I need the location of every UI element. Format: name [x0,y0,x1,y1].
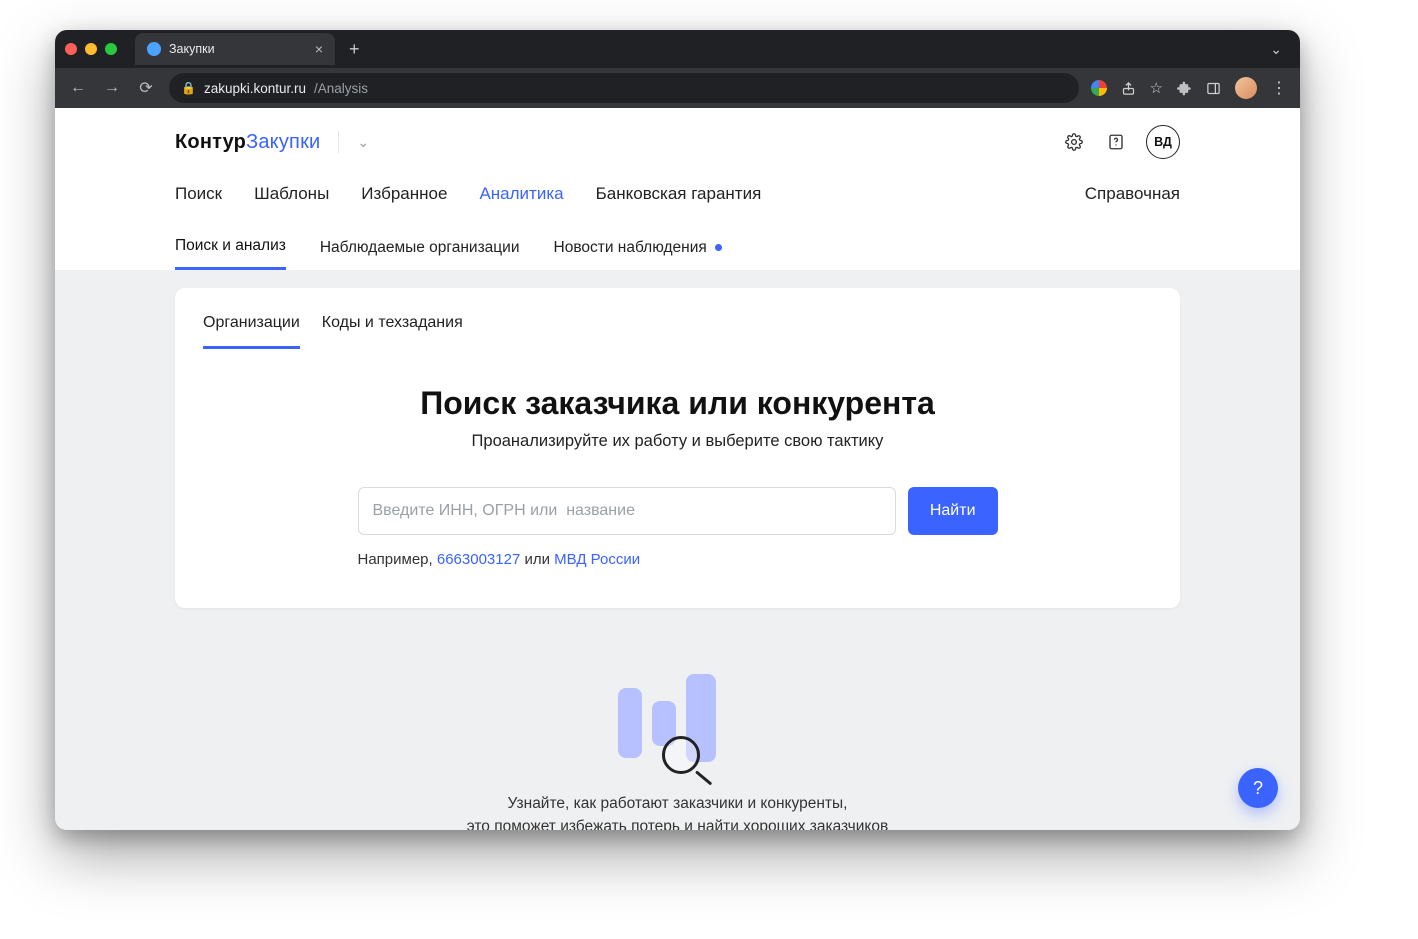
panel-icon[interactable] [1206,81,1221,96]
help-fab-button[interactable]: ? [1238,768,1278,808]
browser-tabstrip: Закупки × + ⌄ [55,30,1300,68]
extensions-icon[interactable] [1177,81,1192,96]
browser-window: Закупки × + ⌄ ← → ⟳ 🔒 zakupki.kontur.ru/… [55,30,1300,830]
brand-part1: Контур [175,131,246,153]
browser-tab[interactable]: Закупки × [135,33,335,65]
brand-logo[interactable]: КонтурЗакупки [175,131,320,154]
search-row: Найти [358,487,998,535]
window-controls [65,43,117,55]
caption: Узнайте, как работают заказчики и конкур… [175,792,1180,830]
illustration-bars-icon [618,668,738,768]
nav-bank-guarantee[interactable]: Банковская гарантия [596,180,762,220]
star-icon[interactable]: ☆ [1150,79,1163,97]
profile-avatar[interactable] [1235,77,1257,99]
hero-title: Поиск заказчика или конкурента [203,385,1152,422]
toolbar-icons: ☆ ⋮ [1091,77,1288,99]
product-switcher-icon[interactable]: ⌄ [357,134,369,151]
nav-favorites[interactable]: Избранное [361,180,447,220]
brand-separator [338,131,339,153]
caption-line2: это поможет избежать потерь и найти хоро… [175,815,1180,830]
share-icon[interactable] [1121,81,1136,96]
maximize-window-button[interactable] [105,43,117,55]
search-button[interactable]: Найти [908,487,998,535]
hero-subtitle: Проанализируйте их работу и выберите сво… [203,432,1152,451]
subnav-watched-orgs[interactable]: Наблюдаемые организации [320,229,520,270]
example-link-inn[interactable]: 6663003127 [437,551,520,568]
subnav-watch-news-label: Новости наблюдения [554,239,707,257]
subnav-search-analysis[interactable]: Поиск и анализ [175,229,286,270]
google-icon[interactable] [1091,80,1107,96]
help-icon[interactable] [1106,132,1126,152]
minimize-window-button[interactable] [85,43,97,55]
close-window-button[interactable] [65,43,77,55]
new-tab-button[interactable]: + [343,39,366,60]
tab-codes[interactable]: Коды и техзадания [322,310,463,349]
subnav-watch-news[interactable]: Новости наблюдения [554,229,722,270]
hero: Поиск заказчика или конкурента Проанализ… [203,385,1152,451]
sub-nav: Поиск и анализ Наблюдаемые организации Н… [175,220,1180,270]
page: КонтурЗакупки ⌄ ВД Поиск Шаблоны Избранн… [55,108,1300,830]
url-path: /Analysis [314,81,368,96]
browser-menu-icon[interactable]: ⋮ [1271,78,1288,98]
nav-search[interactable]: Поиск [175,180,222,220]
nav-analytics[interactable]: Аналитика [479,180,563,220]
notification-dot-icon [715,244,722,251]
lock-icon: 🔒 [181,81,196,95]
page-header: КонтурЗакупки ⌄ ВД Поиск Шаблоны Избранн… [55,108,1300,270]
reload-button[interactable]: ⟳ [135,78,157,98]
browser-toolbar: ← → ⟳ 🔒 zakupki.kontur.ru/Analysis ☆ ⋮ [55,68,1300,108]
forward-button[interactable]: → [101,79,123,97]
inner-tabs: Организации Коды и техзадания [203,310,1152,349]
example-prefix: Например, [358,551,437,568]
address-bar[interactable]: 🔒 zakupki.kontur.ru/Analysis [169,73,1079,103]
gear-icon[interactable] [1064,132,1084,152]
tab-title: Закупки [169,42,215,56]
brand-part2: Закупки [246,131,320,153]
tab-favicon [147,42,161,56]
search-input[interactable] [358,487,896,535]
back-button[interactable]: ← [67,79,89,97]
tab-organizations[interactable]: Организации [203,310,300,349]
magnifier-icon [662,736,700,774]
example-hint: Например, 6663003127 или МВД России [358,551,998,568]
main-nav: Поиск Шаблоны Избранное Аналитика Банков… [175,180,1180,220]
content: Организации Коды и техзадания Поиск зака… [55,270,1300,830]
tabs-dropdown-icon[interactable]: ⌄ [1262,41,1290,58]
close-tab-icon[interactable]: × [315,42,323,56]
example-link-org[interactable]: МВД России [554,551,640,568]
nav-help[interactable]: Справочная [1085,180,1180,220]
example-sep: или [520,551,554,568]
nav-templates[interactable]: Шаблоны [254,180,329,220]
url-domain: zakupki.kontur.ru [204,81,306,96]
search-card: Организации Коды и техзадания Поиск зака… [175,288,1180,608]
user-avatar[interactable]: ВД [1146,125,1180,159]
caption-line1: Узнайте, как работают заказчики и конкур… [175,792,1180,815]
